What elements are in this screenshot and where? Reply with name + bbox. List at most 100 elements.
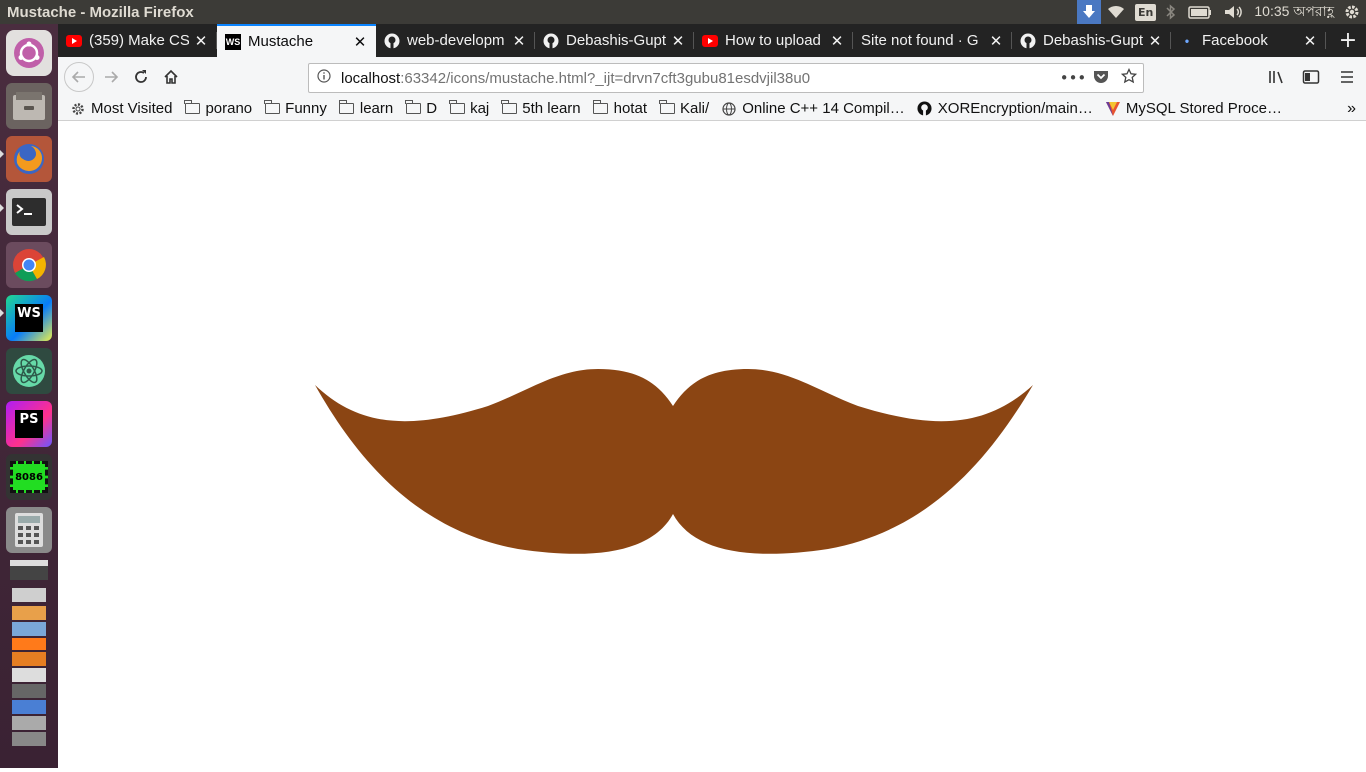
bookmark-online-cpp[interactable]: Online C++ 14 Compil…: [721, 100, 905, 117]
url-text[interactable]: localhost:63342/icons/mustache.html?_ijt…: [337, 70, 1059, 87]
tab-label: How to upload: [725, 32, 821, 49]
bookmark-label: D: [426, 100, 438, 117]
bookmarks-toolbar: Most Visited porano Funny learn D kaj 5t…: [58, 97, 1366, 121]
youtube-icon: [702, 33, 718, 49]
atom-icon[interactable]: [6, 348, 52, 394]
folder-icon: [592, 100, 609, 116]
home-button[interactable]: [156, 62, 186, 92]
info-icon[interactable]: [311, 69, 337, 87]
library-icon[interactable]: [1260, 62, 1294, 92]
bookmark-folder-funny[interactable]: Funny: [264, 100, 327, 117]
tab-facebook[interactable]: • Facebook ✕: [1171, 24, 1326, 57]
bookmark-folder-hotat[interactable]: hotat: [592, 100, 647, 117]
tab-web-development[interactable]: web-developm ✕: [376, 24, 535, 57]
tab-debashis-1[interactable]: Debashis-Gupt ✕: [535, 24, 694, 57]
bookmark-folder-5th-learn[interactable]: 5th learn: [501, 100, 581, 117]
tab-youtube-css[interactable]: (359) Make CSS ✕: [58, 24, 217, 57]
bluetooth-icon[interactable]: [1160, 0, 1182, 24]
close-icon[interactable]: ✕: [1147, 32, 1163, 50]
folder-icon: [449, 100, 465, 116]
url-bar[interactable]: localhost:63342/icons/mustache.html?_ijt…: [308, 63, 1144, 93]
tab-mustache[interactable]: WS Mustache ✕: [217, 24, 376, 57]
bookmark-label: 5th learn: [522, 100, 581, 117]
folder-icon: [659, 100, 675, 116]
launcher-overflow-stack[interactable]: [6, 558, 52, 768]
battery-icon[interactable]: [1182, 0, 1218, 24]
chrome-icon[interactable]: [6, 242, 52, 288]
download-icon[interactable]: [1077, 0, 1102, 24]
bookmark-folder-learn[interactable]: learn: [338, 100, 394, 117]
terminal-icon[interactable]: [6, 189, 52, 235]
bookmark-mysql[interactable]: MySQL Stored Proce…: [1105, 100, 1282, 117]
wifi-icon[interactable]: [1101, 0, 1131, 24]
tab-label: Facebook: [1202, 32, 1268, 49]
mustache-shape: [315, 369, 1033, 554]
tab-label: Debashis-Gupt: [566, 32, 666, 49]
ubuntu-icon[interactable]: [6, 30, 52, 76]
menu-icon[interactable]: [1328, 62, 1366, 92]
close-icon[interactable]: ✕: [1302, 32, 1318, 50]
bookmark-label: Funny: [285, 100, 327, 117]
bookmark-folder-kali[interactable]: Kali/: [659, 100, 709, 117]
mustache-graphic: [315, 369, 1033, 554]
bookmark-label: porano: [205, 100, 253, 117]
bookmark-xorencryption[interactable]: XOREncryption/main…: [917, 100, 1093, 117]
pocket-icon[interactable]: [1087, 69, 1115, 87]
tab-site-not-found[interactable]: Site not found · G ✕: [853, 24, 1012, 57]
bookmark-label: XOREncryption/main…: [937, 100, 1093, 117]
running-indicator: [0, 204, 4, 212]
bookmark-folder-kaj[interactable]: kaj: [449, 100, 489, 117]
page-content: [58, 121, 1366, 768]
close-icon[interactable]: ✕: [352, 33, 368, 51]
github-icon: [384, 33, 400, 49]
globe-icon: [721, 101, 737, 116]
system-top-bar: Mustache - Mozilla Firefox En 10:35 অপরা…: [0, 0, 1366, 24]
bookmark-folder-porano[interactable]: porano: [184, 100, 252, 117]
bookmark-label: kaj: [470, 100, 490, 117]
folder-icon: [264, 100, 280, 116]
youtube-icon: [66, 33, 82, 49]
phpstorm-icon[interactable]: PS: [6, 401, 52, 447]
close-icon[interactable]: ✕: [829, 32, 845, 50]
firefox-icon[interactable]: [6, 136, 52, 182]
folder-icon: [405, 100, 421, 116]
github-icon: [917, 101, 933, 116]
running-indicator: [0, 309, 4, 317]
github-icon: [543, 33, 559, 49]
tab-debashis-2[interactable]: Debashis-Gupt ✕: [1012, 24, 1171, 57]
settings-icon[interactable]: [1338, 0, 1366, 24]
bookmark-star-icon[interactable]: [1115, 67, 1143, 88]
emu8086-label: 8086: [10, 461, 48, 493]
bookmark-label: hotat: [613, 100, 647, 117]
folder-icon: [184, 100, 200, 116]
files-icon[interactable]: [6, 83, 52, 129]
close-icon[interactable]: ✕: [511, 32, 527, 50]
bookmark-label: learn: [359, 100, 394, 117]
forward-button[interactable]: [96, 62, 126, 92]
volume-icon[interactable]: [1218, 0, 1250, 24]
new-tab-button[interactable]: +: [1330, 24, 1366, 57]
keyboard-language-indicator[interactable]: En: [1135, 3, 1157, 21]
close-icon[interactable]: ✕: [988, 32, 1004, 50]
close-icon[interactable]: ✕: [670, 32, 686, 50]
sidebar-icon[interactable]: [1294, 62, 1328, 92]
folder-icon: [501, 100, 517, 116]
chevron-double-right-icon[interactable]: »: [1347, 100, 1356, 118]
webstorm-label: WS: [15, 304, 43, 332]
webstorm-icon[interactable]: WS: [6, 295, 52, 341]
url-host: localhost: [341, 69, 401, 87]
back-button[interactable]: [64, 62, 94, 92]
tab-youtube-upload[interactable]: How to upload ✕: [694, 24, 853, 57]
close-icon[interactable]: ✕: [193, 32, 209, 50]
tab-label: Mustache: [248, 33, 314, 50]
clock[interactable]: 10:35 অপরাহ্ণ: [1250, 0, 1338, 24]
emu8086-icon[interactable]: 8086: [6, 454, 52, 500]
calculator-icon[interactable]: [6, 507, 52, 553]
reload-button[interactable]: [126, 62, 156, 92]
tab-label: Debashis-Gupt: [1043, 32, 1143, 49]
bookmark-most-visited[interactable]: Most Visited: [70, 100, 172, 117]
page-actions-icon[interactable]: •••: [1059, 69, 1087, 87]
bookmark-folder-d[interactable]: D: [405, 100, 437, 117]
folder-icon: [338, 100, 355, 116]
url-path: :63342/icons/mustache.html?_ijt=drvn7cft…: [400, 69, 811, 87]
